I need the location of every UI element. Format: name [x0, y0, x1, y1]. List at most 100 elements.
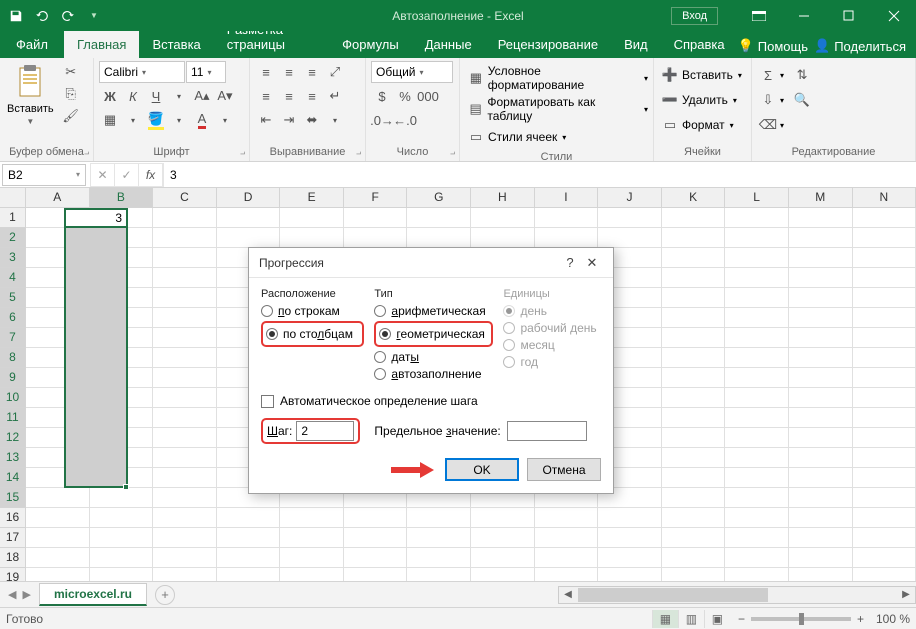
underline-button[interactable]: Ч [145, 85, 167, 107]
paste-button[interactable]: Вставить ▼ [5, 61, 56, 128]
cells-delete-button[interactable]: ➖Удалить▾ [659, 89, 737, 111]
radio-rows[interactable]: по строкам [261, 304, 364, 318]
row-header[interactable]: 17 [0, 528, 26, 548]
minimize-icon[interactable] [781, 1, 826, 30]
help-icon[interactable]: ? [559, 255, 581, 270]
align-middle-icon[interactable]: ≡ [278, 61, 300, 83]
add-sheet-icon[interactable]: + [155, 585, 175, 605]
decrease-indent-icon[interactable]: ⇤ [255, 109, 277, 131]
row-header[interactable]: 1 [0, 208, 26, 228]
tab-insert[interactable]: Вставка [139, 31, 213, 58]
limit-input[interactable] [507, 421, 587, 441]
sheet-tab[interactable]: microexcel.ru [39, 583, 147, 606]
ribbon-options-icon[interactable] [736, 1, 781, 30]
align-center-icon[interactable]: ≡ [278, 85, 300, 107]
tab-formulas[interactable]: Формулы [329, 31, 412, 58]
number-format[interactable]: Общий▾ [371, 61, 453, 83]
increase-indent-icon[interactable]: ⇥ [278, 109, 300, 131]
font-size[interactable]: 11▾ [186, 61, 226, 83]
enter-formula-icon[interactable]: ✓ [115, 164, 139, 186]
col-header[interactable]: A [26, 188, 90, 208]
row-headers[interactable]: 12345678910111213141516171819 [0, 208, 26, 588]
row-header[interactable]: 6 [0, 308, 26, 328]
cut-icon[interactable]: ✂ [60, 61, 82, 83]
row-header[interactable]: 3 [0, 248, 26, 268]
cells-format-button[interactable]: ▭Формат▾ [659, 114, 734, 136]
undo-icon[interactable] [30, 4, 54, 28]
currency-icon[interactable]: $ [371, 85, 393, 107]
merge-icon[interactable]: ⬌ [301, 109, 323, 131]
tab-home[interactable]: Главная [64, 31, 139, 58]
col-header[interactable]: C [153, 188, 217, 208]
view-layout-icon[interactable]: ▥ [678, 610, 704, 628]
radio-dates[interactable]: даты [374, 350, 493, 364]
share-button[interactable]: 👤Поделиться [814, 38, 906, 54]
view-break-icon[interactable]: ▣ [704, 610, 730, 628]
fill-color-icon[interactable]: 🪣 [145, 109, 167, 131]
clear-icon[interactable]: ⌫ [757, 114, 779, 136]
column-headers[interactable]: ABCDEFGHIJKLMN [26, 188, 916, 208]
italic-button[interactable]: К [122, 85, 144, 107]
dialog-close-icon[interactable]: ✕ [581, 255, 603, 271]
borders-icon[interactable]: ▦ [99, 109, 121, 131]
qat-customize-icon[interactable]: ▼ [82, 4, 106, 28]
copy-icon[interactable]: ⎘ [60, 83, 82, 105]
zoom-out-icon[interactable]: − [738, 612, 745, 626]
radio-geometric[interactable]: геометрическая [379, 327, 488, 341]
autostep-checkbox[interactable]: Автоматическое определение шага [261, 394, 601, 408]
maximize-icon[interactable] [826, 1, 871, 30]
row-header[interactable]: 15 [0, 488, 26, 508]
align-bottom-icon[interactable]: ≡ [301, 61, 323, 83]
signin-button[interactable]: Вход [671, 7, 718, 25]
radio-autofill[interactable]: автозаполнение [374, 367, 493, 381]
tab-help[interactable]: Справка [661, 31, 738, 58]
row-header[interactable]: 4 [0, 268, 26, 288]
wrap-text-icon[interactable]: ↵ [324, 85, 346, 107]
bold-button[interactable]: Ж [99, 85, 121, 107]
cells-insert-button[interactable]: ➕Вставить▾ [659, 64, 742, 86]
format-table-button[interactable]: ▤Форматировать как таблицу▾ [465, 95, 648, 123]
row-header[interactable]: 16 [0, 508, 26, 528]
row-header[interactable]: 5 [0, 288, 26, 308]
row-header[interactable]: 8 [0, 348, 26, 368]
col-header[interactable]: M [789, 188, 853, 208]
inc-decimal-icon[interactable]: .0→ [371, 109, 393, 131]
col-header[interactable]: B [90, 188, 154, 208]
decrease-font-icon[interactable]: A▾ [214, 85, 236, 107]
radio-arithmetic[interactable]: арифметическая [374, 304, 493, 318]
cancel-button[interactable]: Отмена [527, 458, 601, 481]
save-icon[interactable] [4, 4, 28, 28]
row-header[interactable]: 18 [0, 548, 26, 568]
col-header[interactable]: I [535, 188, 599, 208]
col-header[interactable]: G [407, 188, 471, 208]
col-header[interactable]: E [280, 188, 344, 208]
name-box[interactable]: B2▾ [2, 164, 86, 186]
row-header[interactable]: 9 [0, 368, 26, 388]
align-right-icon[interactable]: ≡ [301, 85, 323, 107]
font-name[interactable]: Calibri▾ [99, 61, 185, 83]
percent-icon[interactable]: % [394, 85, 416, 107]
font-dd[interactable]: ▾ [168, 85, 190, 107]
tab-view[interactable]: Вид [611, 31, 661, 58]
fx-icon[interactable]: fx [139, 164, 163, 186]
row-header[interactable]: 2 [0, 228, 26, 248]
format-painter-icon[interactable]: 🖌 [60, 105, 82, 127]
tab-data[interactable]: Данные [412, 31, 485, 58]
comma-icon[interactable]: 000 [417, 85, 439, 107]
col-header[interactable]: H [471, 188, 535, 208]
col-header[interactable]: L [725, 188, 789, 208]
increase-font-icon[interactable]: A▴ [191, 85, 213, 107]
dec-decimal-icon[interactable]: ←.0 [394, 109, 416, 131]
sort-filter-icon[interactable]: ⇅ [791, 64, 813, 86]
cond-format-button[interactable]: ▦Условное форматирование▾ [465, 64, 648, 92]
row-header[interactable]: 13 [0, 448, 26, 468]
sheet-prev-icon[interactable]: ◀ [8, 588, 16, 601]
tab-file[interactable]: Файл [0, 31, 64, 58]
view-normal-icon[interactable]: ▦ [652, 610, 678, 628]
orientation-icon[interactable]: ⤢ [324, 61, 346, 83]
ok-button[interactable]: OK [445, 458, 519, 481]
row-header[interactable]: 10 [0, 388, 26, 408]
col-header[interactable]: D [217, 188, 281, 208]
step-input[interactable] [296, 421, 354, 441]
merge-dd[interactable]: ▾ [324, 109, 346, 131]
